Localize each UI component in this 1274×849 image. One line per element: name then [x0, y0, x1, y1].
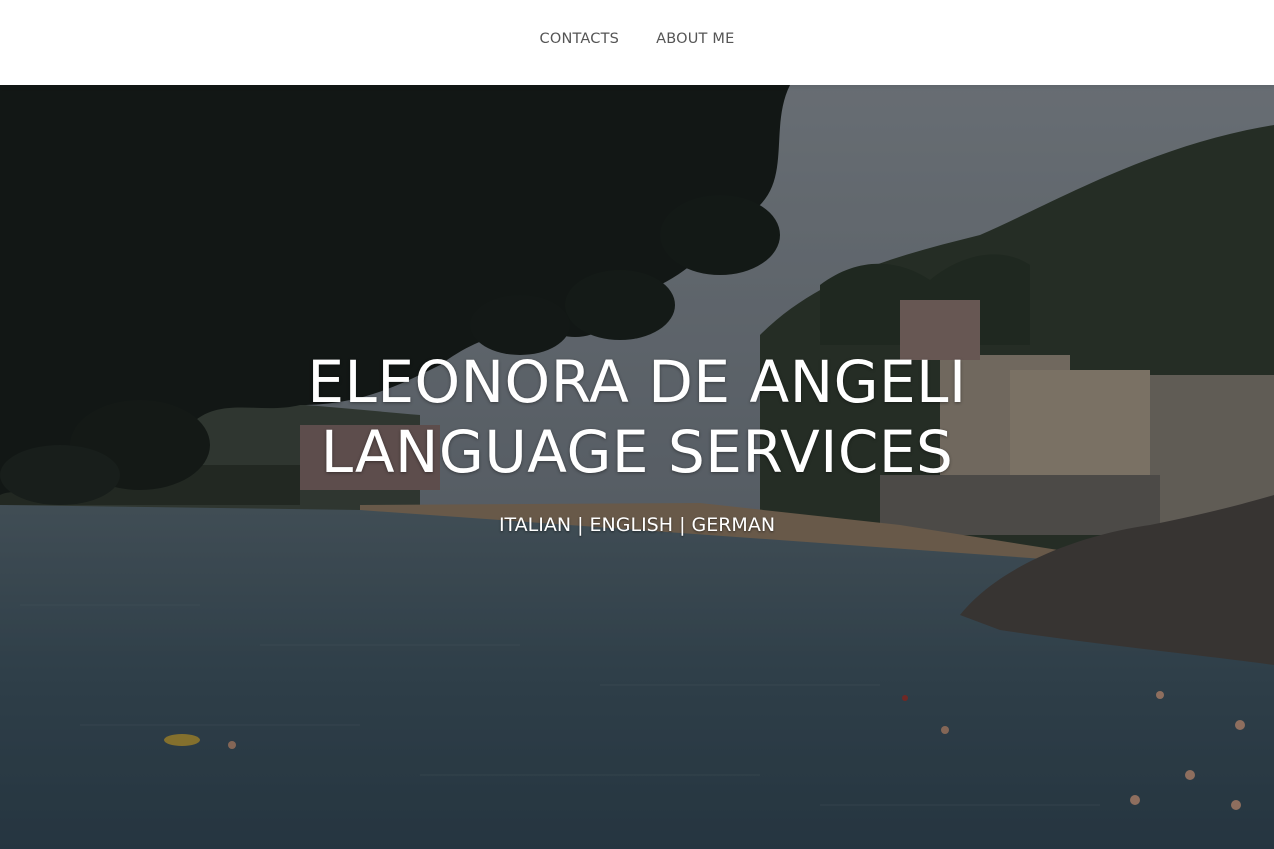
- hero-title-line-2: LANGUAGE SERVICES: [320, 418, 954, 486]
- hero-title-line-1: ELEONORA DE ANGELI: [307, 348, 967, 416]
- nav-link-about-me[interactable]: ABOUT ME: [656, 31, 734, 47]
- nav-link-contacts[interactable]: CONTACTS: [540, 31, 620, 47]
- hero-subtitle: ITALIAN | ENGLISH | GERMAN: [498, 514, 776, 536]
- hero-section: ELEONORA DE ANGELI LANGUAGE SERVICES ITA…: [0, 85, 1274, 849]
- top-navigation-bar: CONTACTS ABOUT ME: [0, 0, 1274, 85]
- main-nav: CONTACTS ABOUT ME: [0, 31, 1274, 47]
- hero-title: ELEONORA DE ANGELI LANGUAGE SERVICES: [0, 347, 1274, 487]
